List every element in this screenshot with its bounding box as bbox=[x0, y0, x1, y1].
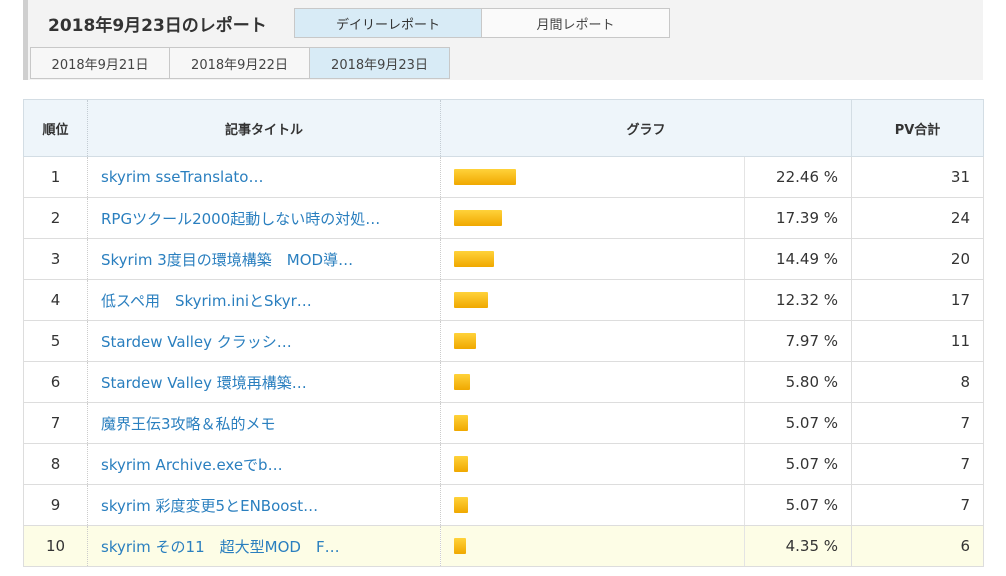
row-percent: 12.32 % bbox=[743, 279, 852, 321]
row-graph-cell bbox=[440, 443, 745, 485]
article-title-link[interactable]: skyrim Archive.exeでb… bbox=[101, 456, 283, 474]
row-rank: 7 bbox=[23, 402, 88, 444]
table-row: 9 skyrim 彩度変更5とENBoost… 5.07 % 7 bbox=[23, 484, 985, 526]
row-graph-cell bbox=[440, 279, 745, 321]
table-row: 2 RPGツクール2000起動しない時の対処… 17.39 % 24 bbox=[23, 197, 985, 239]
article-title-link[interactable]: skyrim 彩度変更5とENBoost… bbox=[101, 497, 318, 515]
table-row: 1 skyrim sseTranslato… 22.46 % 31 bbox=[23, 156, 985, 198]
row-title-cell: Stardew Valley 環境再構築… bbox=[87, 361, 441, 403]
row-graph-cell bbox=[440, 238, 745, 280]
pv-share-bar bbox=[454, 333, 476, 349]
row-pv-total: 20 bbox=[851, 238, 985, 280]
header-article-title: 記事タイトル bbox=[87, 99, 441, 157]
row-rank: 10 bbox=[23, 525, 88, 567]
row-graph-cell bbox=[440, 525, 745, 567]
tab-date-0922[interactable]: 2018年9月22日 bbox=[170, 47, 310, 79]
article-title-link[interactable]: Stardew Valley 環境再構築… bbox=[101, 374, 307, 392]
header-rank: 順位 bbox=[23, 99, 88, 157]
row-percent: 22.46 % bbox=[743, 156, 852, 198]
article-title-link[interactable]: skyrim sseTranslato… bbox=[101, 168, 263, 186]
pv-share-bar bbox=[454, 415, 468, 431]
pv-share-bar bbox=[454, 374, 470, 390]
row-rank: 9 bbox=[23, 484, 88, 526]
pv-share-bar bbox=[454, 538, 466, 554]
row-pv-total: 11 bbox=[851, 320, 985, 362]
row-title-cell: skyrim その11 超大型MOD F… bbox=[87, 525, 441, 567]
pv-share-bar bbox=[454, 210, 502, 226]
row-pv-total: 8 bbox=[851, 361, 985, 403]
pv-share-bar bbox=[454, 251, 494, 267]
row-title-cell: skyrim sseTranslato… bbox=[87, 156, 441, 198]
row-percent: 17.39 % bbox=[743, 197, 852, 239]
table-row: 10 skyrim その11 超大型MOD F… 4.35 % 6 bbox=[23, 525, 985, 567]
row-percent: 5.07 % bbox=[743, 484, 852, 526]
row-graph-cell bbox=[440, 361, 745, 403]
row-title-cell: Skyrim 3度目の環境構築 MOD導… bbox=[87, 238, 441, 280]
row-title-cell: skyrim Archive.exeでb… bbox=[87, 443, 441, 485]
row-rank: 8 bbox=[23, 443, 88, 485]
row-pv-total: 17 bbox=[851, 279, 985, 321]
row-percent: 4.35 % bbox=[743, 525, 852, 567]
ranking-table: 順位 記事タイトル グラフ PV合計 1 skyrim sseTranslato…… bbox=[23, 99, 985, 567]
row-pv-total: 7 bbox=[851, 443, 985, 485]
row-pv-total: 24 bbox=[851, 197, 985, 239]
row-title-cell: 低スペ用 Skyrim.iniとSkyr… bbox=[87, 279, 441, 321]
article-title-link[interactable]: skyrim その11 超大型MOD F… bbox=[101, 538, 340, 556]
row-pv-total: 6 bbox=[851, 525, 985, 567]
row-rank: 6 bbox=[23, 361, 88, 403]
row-pv-total: 7 bbox=[851, 484, 985, 526]
table-row: 5 Stardew Valley クラッシ… 7.97 % 11 bbox=[23, 320, 985, 362]
pv-share-bar bbox=[454, 169, 516, 185]
row-pv-total: 7 bbox=[851, 402, 985, 444]
row-pv-total: 31 bbox=[851, 156, 985, 198]
row-title-cell: Stardew Valley クラッシ… bbox=[87, 320, 441, 362]
table-row: 7 魔界王伝3攻略＆私的メモ 5.07 % 7 bbox=[23, 402, 985, 444]
pv-share-bar bbox=[454, 292, 488, 308]
row-rank: 1 bbox=[23, 156, 88, 198]
report-title: 2018年9月23日のレポート bbox=[48, 16, 267, 36]
row-graph-cell bbox=[440, 484, 745, 526]
header-graph: グラフ bbox=[439, 99, 852, 157]
ranking-body: 1 skyrim sseTranslato… 22.46 % 31 2 RPGツクール20… bbox=[23, 156, 985, 567]
row-percent: 14.49 % bbox=[743, 238, 852, 280]
table-row: 3 Skyrim 3度目の環境構築 MOD導… 14.49 % 20 bbox=[23, 238, 985, 280]
row-rank: 4 bbox=[23, 279, 88, 321]
report-header: 2018年9月23日のレポート デイリーレポート 月間レポート 2018年9月2… bbox=[23, 0, 983, 80]
article-title-link[interactable]: 魔界王伝3攻略＆私的メモ bbox=[101, 415, 276, 433]
table-row: 6 Stardew Valley 環境再構築… 5.80 % 8 bbox=[23, 361, 985, 403]
tab-date-0921[interactable]: 2018年9月21日 bbox=[30, 47, 170, 79]
pv-share-bar bbox=[454, 456, 468, 472]
tab-monthly-report[interactable]: 月間レポート bbox=[482, 8, 670, 38]
tab-daily-report[interactable]: デイリーレポート bbox=[294, 8, 482, 38]
tab-date-0923[interactable]: 2018年9月23日 bbox=[310, 47, 450, 79]
table-row: 8 skyrim Archive.exeでb… 5.07 % 7 bbox=[23, 443, 985, 485]
pv-share-bar bbox=[454, 497, 468, 513]
row-graph-cell bbox=[440, 197, 745, 239]
row-title-cell: skyrim 彩度変更5とENBoost… bbox=[87, 484, 441, 526]
report-mode-tabs: デイリーレポート 月間レポート bbox=[294, 8, 670, 38]
date-tabs: 2018年9月21日 2018年9月22日 2018年9月23日 bbox=[30, 47, 450, 79]
article-title-link[interactable]: 低スペ用 Skyrim.iniとSkyr… bbox=[101, 292, 312, 310]
row-rank: 5 bbox=[23, 320, 88, 362]
article-title-link[interactable]: Skyrim 3度目の環境構築 MOD導… bbox=[101, 251, 353, 269]
row-rank: 3 bbox=[23, 238, 88, 280]
table-row: 4 低スペ用 Skyrim.iniとSkyr… 12.32 % 17 bbox=[23, 279, 985, 321]
row-rank: 2 bbox=[23, 197, 88, 239]
row-graph-cell bbox=[440, 156, 745, 198]
row-percent: 5.07 % bbox=[743, 443, 852, 485]
table-header-row: 順位 記事タイトル グラフ PV合計 bbox=[23, 99, 985, 157]
row-title-cell: RPGツクール2000起動しない時の対処… bbox=[87, 197, 441, 239]
row-percent: 7.97 % bbox=[743, 320, 852, 362]
row-graph-cell bbox=[440, 402, 745, 444]
report-page: 2018年9月23日のレポート デイリーレポート 月間レポート 2018年9月2… bbox=[0, 0, 1006, 576]
header-pv-total: PV合計 bbox=[851, 99, 985, 157]
row-percent: 5.80 % bbox=[743, 361, 852, 403]
row-percent: 5.07 % bbox=[743, 402, 852, 444]
row-title-cell: 魔界王伝3攻略＆私的メモ bbox=[87, 402, 441, 444]
row-graph-cell bbox=[440, 320, 745, 362]
article-title-link[interactable]: Stardew Valley クラッシ… bbox=[101, 333, 292, 351]
article-title-link[interactable]: RPGツクール2000起動しない時の対処… bbox=[101, 210, 380, 228]
